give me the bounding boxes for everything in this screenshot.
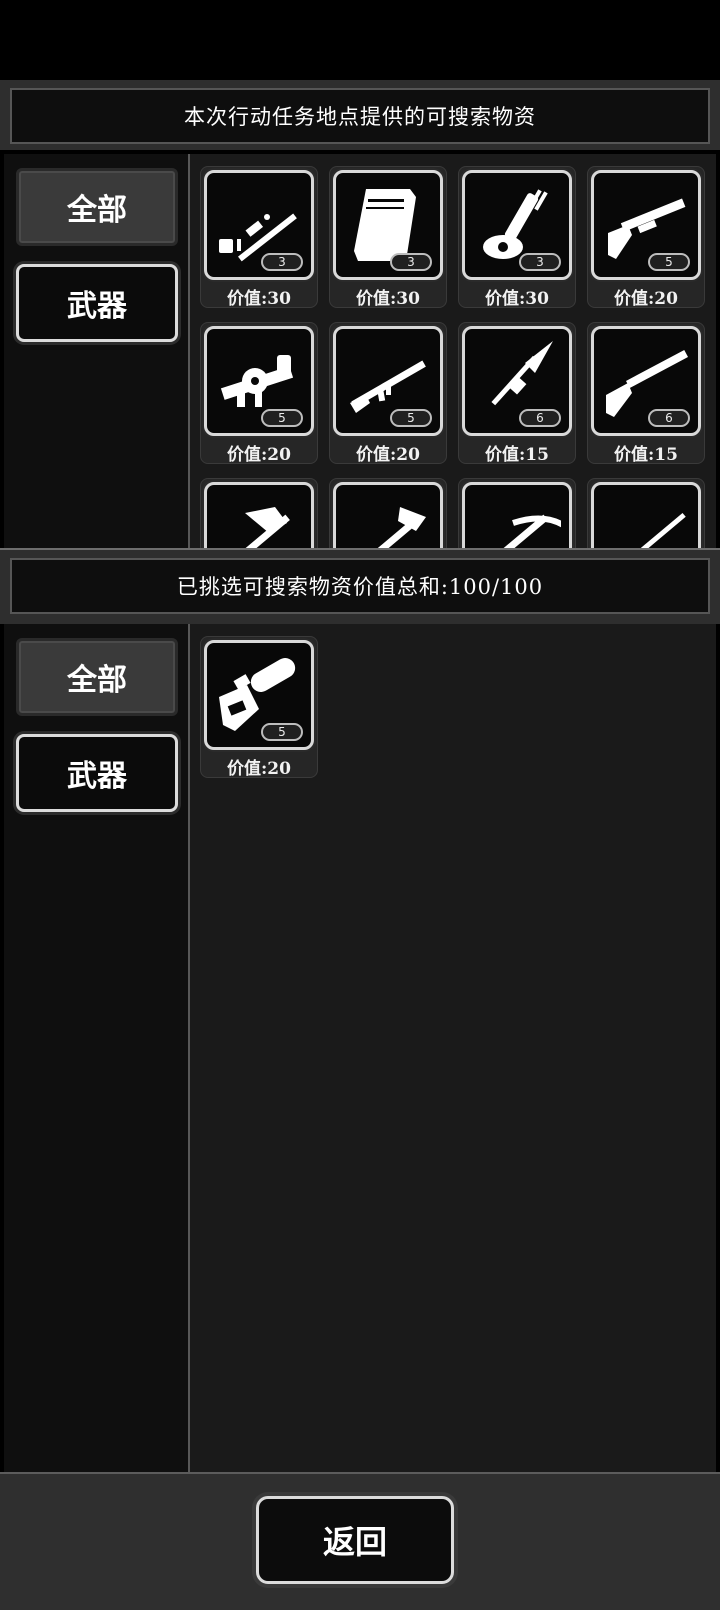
tab-weapons-available[interactable]: 武器 xyxy=(16,264,178,342)
item-card[interactable] xyxy=(587,478,705,548)
selected-category-sidebar: 全部 武器 xyxy=(4,624,190,1472)
hammer-icon xyxy=(367,507,426,548)
tab-all-available[interactable]: 全部 xyxy=(16,168,178,246)
available-item-grid[interactable]: 3 价值:30 3 价值:30 3 价值:30 5 价值:20 5 价值:20 … xyxy=(190,154,716,548)
item-card[interactable]: 5 价值:20 xyxy=(200,636,318,779)
bolt-action-rifle-icon xyxy=(628,512,686,548)
item-card[interactable]: 3 价值:30 xyxy=(458,166,576,309)
selected-header: 已挑选可搜索物资价值总和:100/100 xyxy=(0,548,720,624)
item-count: 5 xyxy=(390,409,432,427)
item-card[interactable]: 5 价值:20 xyxy=(329,322,447,465)
item-count: 3 xyxy=(519,253,561,271)
item-card[interactable]: 6 价值:15 xyxy=(587,322,705,465)
crossbow-icon xyxy=(497,514,561,548)
footer-bar: 返回 xyxy=(0,1472,720,1610)
item-card[interactable]: 5 价值:20 xyxy=(200,322,318,465)
item-count: 3 xyxy=(261,253,303,271)
item-card[interactable]: 6 价值:15 xyxy=(458,322,576,465)
tab-weapons-selected[interactable]: 武器 xyxy=(16,734,178,812)
item-price: 价值:20 xyxy=(356,445,420,465)
tab-label: 全部 xyxy=(67,663,127,698)
back-button-label: 返回 xyxy=(322,1523,387,1561)
item-card[interactable]: 3 价值:30 xyxy=(329,166,447,309)
item-card[interactable]: 5 价值:20 xyxy=(587,166,705,309)
item-count: 6 xyxy=(519,409,561,427)
item-price: 价值:20 xyxy=(614,289,678,309)
selected-item-grid[interactable]: 5 价值:20 xyxy=(190,624,716,1472)
item-count: 5 xyxy=(648,253,690,271)
item-card[interactable] xyxy=(458,478,576,548)
axe-icon xyxy=(239,507,290,548)
item-card[interactable] xyxy=(200,478,318,548)
item-price: 价值:20 xyxy=(227,445,291,465)
item-price: 价值:15 xyxy=(614,445,678,465)
selected-total-value: 已挑选可搜索物资价值总和:100/100 xyxy=(10,558,710,614)
item-card[interactable]: 3 价值:30 xyxy=(200,166,318,309)
available-title: 本次行动任务地点提供的可搜索物资 xyxy=(10,88,710,144)
item-card[interactable] xyxy=(329,478,447,548)
item-count: 3 xyxy=(390,253,432,271)
tab-label: 全部 xyxy=(67,193,127,228)
back-button[interactable]: 返回 xyxy=(256,1496,454,1584)
item-price: 价值:30 xyxy=(485,289,549,309)
item-price: 价值:30 xyxy=(227,289,291,309)
tab-label: 武器 xyxy=(67,289,127,324)
item-count: 5 xyxy=(261,409,303,427)
available-category-sidebar: 全部 武器 xyxy=(4,154,190,548)
tab-label: 武器 xyxy=(67,759,127,794)
item-price: 价值:15 xyxy=(485,445,549,465)
item-count: 5 xyxy=(261,723,303,741)
item-count: 6 xyxy=(648,409,690,427)
item-price: 价值:30 xyxy=(356,289,420,309)
tab-all-selected[interactable]: 全部 xyxy=(16,638,178,716)
item-price: 价值:20 xyxy=(227,759,291,779)
available-header: 本次行动任务地点提供的可搜索物资 xyxy=(0,80,720,150)
